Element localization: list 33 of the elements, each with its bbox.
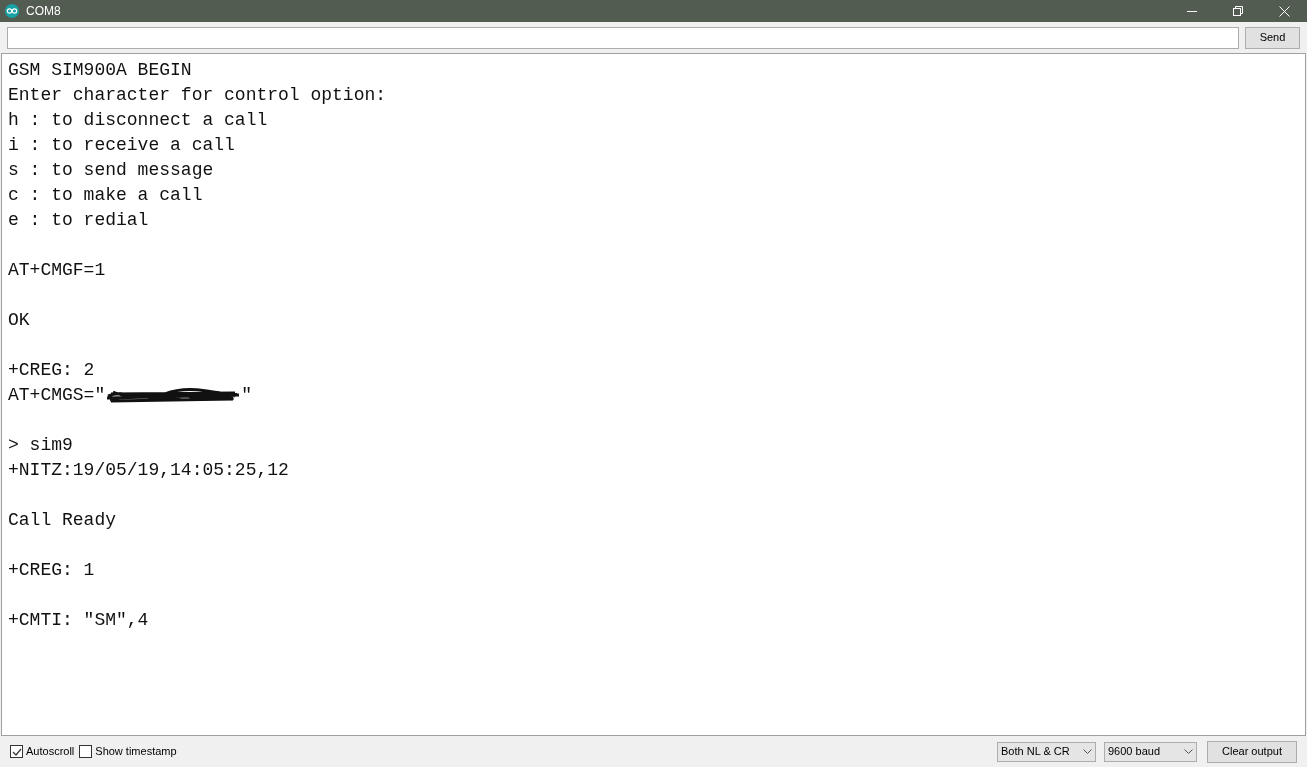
- checkbox-label: Autoscroll: [26, 744, 75, 760]
- output-line: s : to send message: [8, 159, 214, 182]
- output-line: +CMTI: "SM",4: [8, 609, 149, 632]
- output-line: GSM SIM900A BEGIN: [8, 59, 192, 82]
- line-ending-dropdown[interactable]: Both NL & CR: [997, 741, 1096, 762]
- window-title: COM8: [26, 3, 61, 20]
- output-line: +NITZ:19/05/19,14:05:25,12: [8, 459, 289, 482]
- close-icon: [1278, 5, 1290, 17]
- output-line: AT+CMGF=1: [8, 259, 106, 282]
- output-line: c : to make a call: [8, 184, 203, 207]
- output-line: e : to redial: [8, 209, 149, 232]
- chevron-down-icon: [1083, 748, 1092, 755]
- output-line: i : to receive a call: [8, 134, 235, 157]
- output-line: Enter character for control option:: [8, 84, 387, 107]
- baud-rate-dropdown[interactable]: 9600 baud: [1104, 741, 1197, 762]
- output-line: > sim9: [8, 434, 73, 457]
- checkbox-label: Show timestamp: [95, 744, 177, 760]
- clear-output-button[interactable]: Clear output: [1207, 740, 1297, 763]
- send-button[interactable]: Send: [1245, 26, 1300, 49]
- output-line: AT+CMGS=": [8, 384, 106, 407]
- output-line: OK: [8, 309, 30, 332]
- chevron-down-icon: [1184, 748, 1193, 755]
- output-line: +CREG: 2: [8, 359, 95, 382]
- checkbox[interactable]: [10, 745, 23, 758]
- output-line: ": [241, 384, 253, 407]
- output-line: Call Ready: [8, 509, 117, 532]
- message-input-field[interactable]: [7, 26, 1239, 49]
- app-logo-icon: [5, 4, 19, 18]
- output-line: +CREG: 1: [8, 559, 95, 582]
- restore-icon: [1233, 6, 1243, 16]
- output-line: h : to disconnect a call: [8, 109, 268, 132]
- minimize-icon: [1187, 10, 1197, 12]
- checkbox[interactable]: [79, 745, 93, 758]
